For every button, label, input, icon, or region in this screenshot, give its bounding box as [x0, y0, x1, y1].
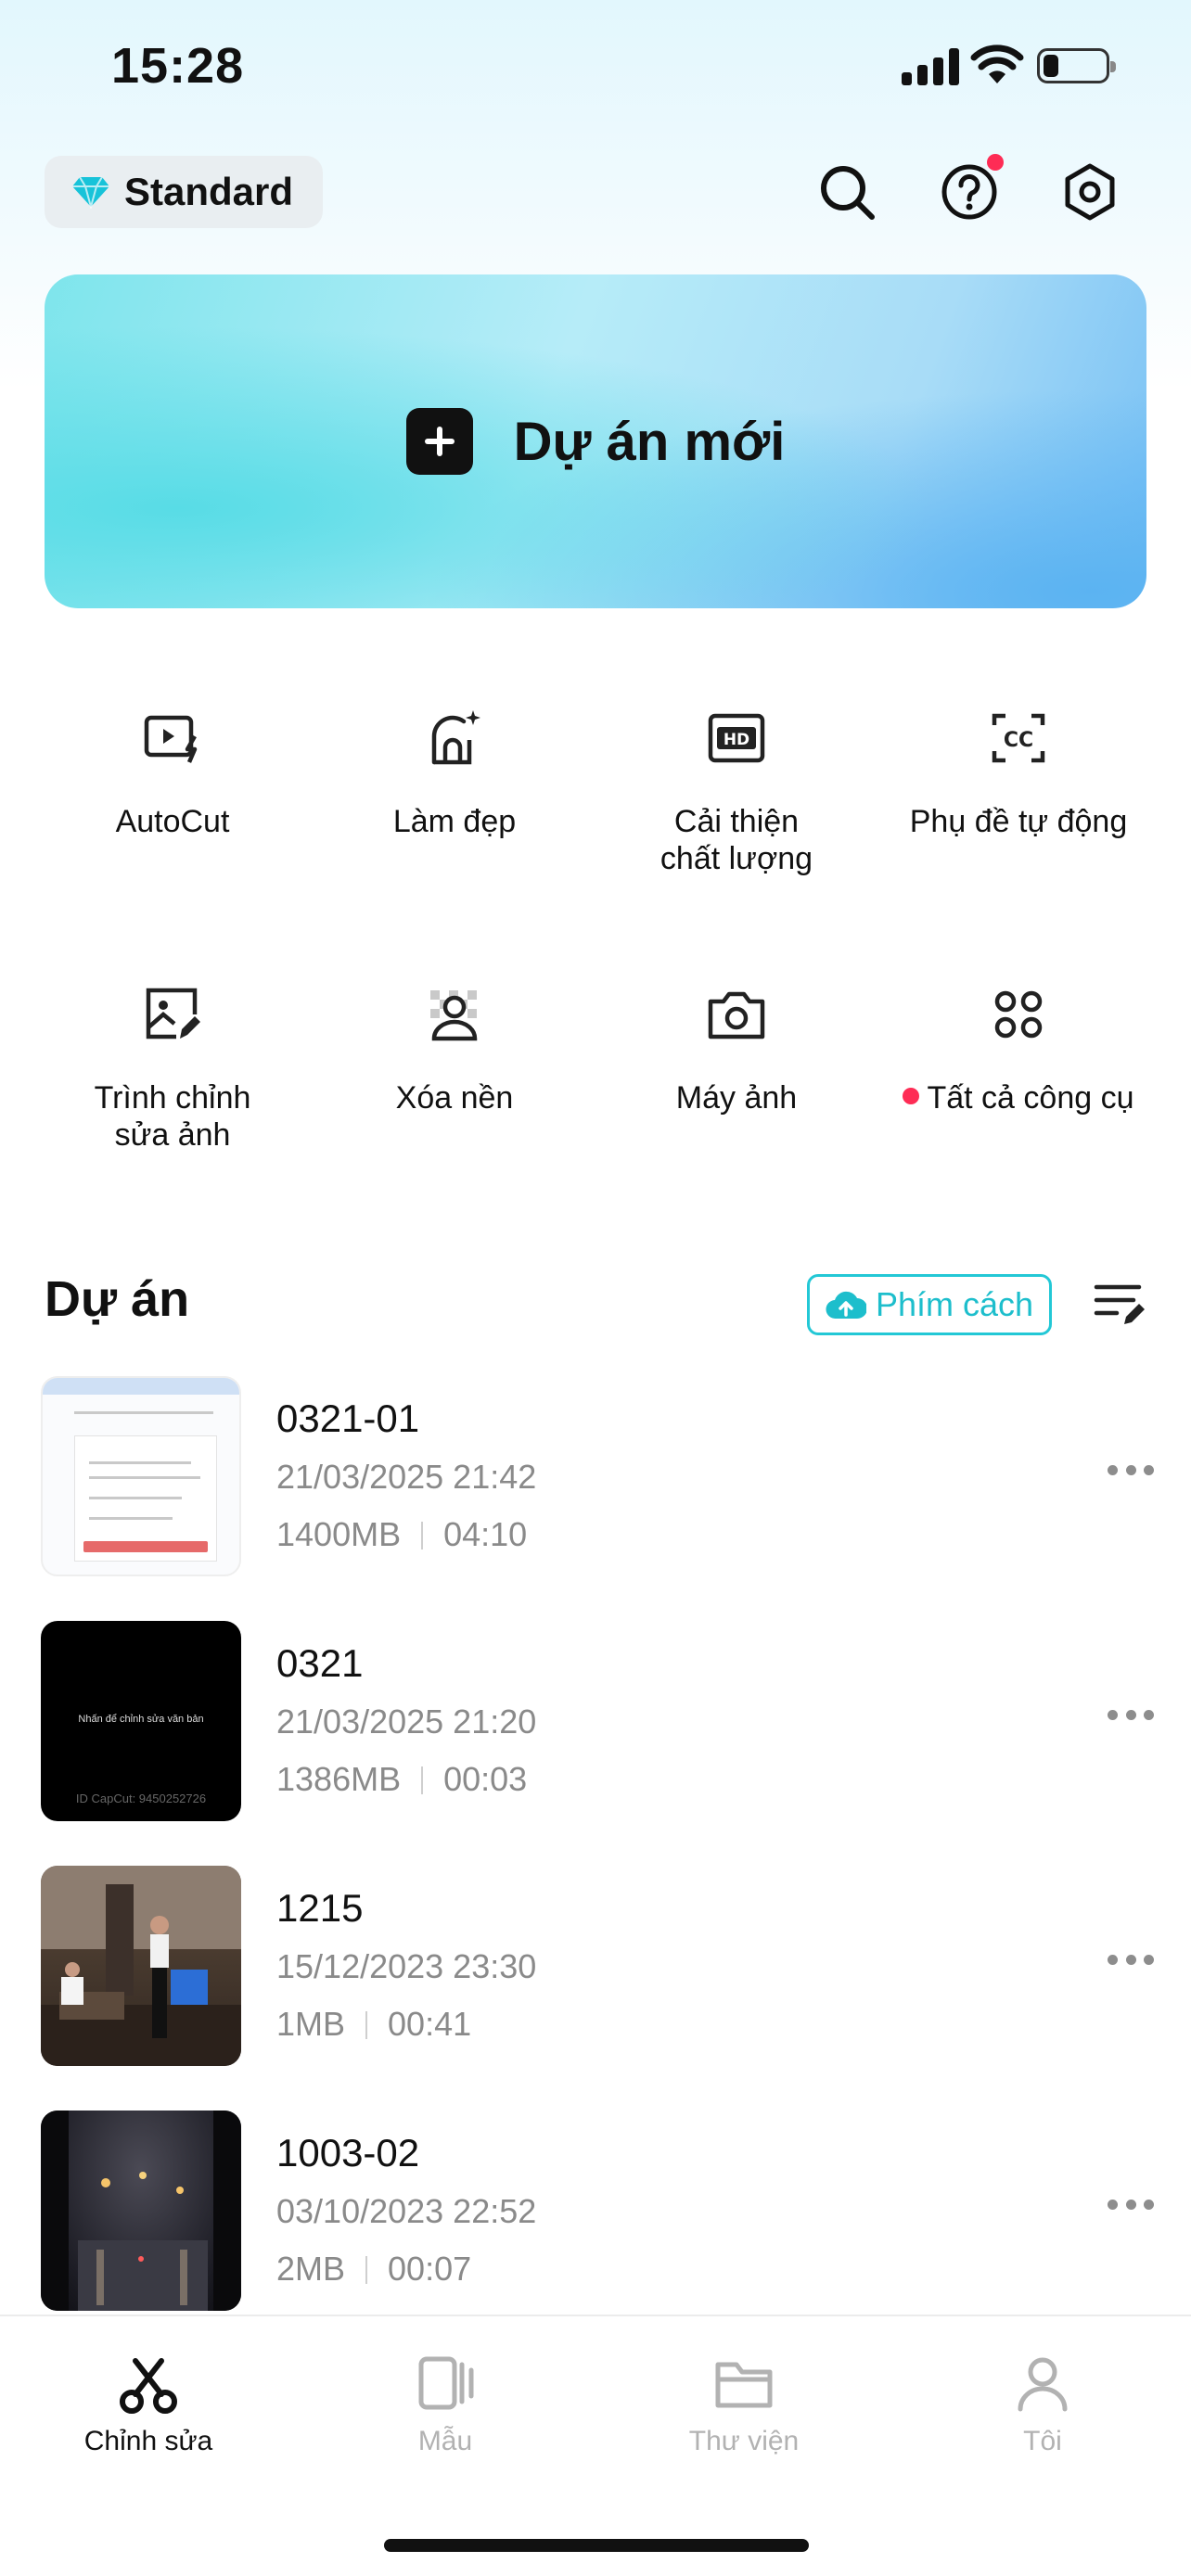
project-size: 1400MB: [276, 1515, 402, 1553]
project-size: 1MB: [276, 2005, 346, 2043]
hd-icon: HD: [708, 713, 765, 763]
project-name: 1215: [276, 1886, 364, 1930]
tool-autocut[interactable]: AutoCut: [33, 705, 312, 840]
new-project-label: Dự án mới: [513, 411, 786, 472]
space-button-label: Phím cách: [875, 1285, 1034, 1323]
space-button[interactable]: Phím cách: [807, 1274, 1052, 1335]
project-duration: 00:07: [388, 2250, 472, 2288]
photo-edit-icon: [146, 988, 200, 1039]
project-name: 1003-02: [276, 2131, 420, 2174]
project-thumbnail: [41, 2111, 241, 2311]
new-badge-dot: [903, 1088, 920, 1104]
project-name: 0321: [276, 1641, 364, 1685]
tool-remove-background[interactable]: Xóa nền: [315, 981, 594, 1116]
tool-label: Trình chỉnh sửa ảnh: [94, 1080, 251, 1153]
project-meta: 1400MB 04:10: [276, 1515, 527, 1554]
project-thumbnail: [41, 1866, 241, 2066]
cloud-upload-icon: [826, 1291, 866, 1320]
tool-label: Phụ đề tự động: [909, 804, 1128, 839]
project-name: 0321-01: [276, 1396, 420, 1440]
status-bar: 15:28: [0, 0, 1191, 139]
project-date: 15/12/2023 23:30: [276, 1947, 537, 1985]
project-date: 21/03/2025 21:20: [276, 1702, 537, 1741]
tool-label: AutoCut: [115, 804, 230, 839]
template-icon: [418, 2356, 474, 2410]
more-options-icon[interactable]: [1108, 1955, 1154, 1970]
tool-all-tools[interactable]: Tất cả công cụ: [879, 981, 1158, 1116]
more-options-icon[interactable]: [1108, 1710, 1154, 1725]
project-item[interactable]: 1003-02 03/10/2023 22:52 2MB 00:07: [41, 2111, 1154, 2311]
wifi-icon: [970, 45, 1024, 83]
tab-label: Tôi: [1023, 2426, 1062, 2456]
home-indicator: [384, 2539, 809, 2552]
battery-icon: [1037, 48, 1116, 83]
project-duration: 00:41: [388, 2005, 472, 2043]
tool-camera[interactable]: Máy ảnh: [597, 981, 876, 1116]
tool-photo-editor[interactable]: Trình chỉnh sửa ảnh: [33, 981, 312, 1154]
project-thumbnail: [41, 1376, 241, 1576]
new-project-button[interactable]: Dự án mới: [45, 274, 1146, 608]
projects-title: Dự án: [45, 1271, 190, 1327]
tool-beauty[interactable]: Làm đẹp: [315, 705, 594, 840]
tab-library[interactable]: Thư viện: [651, 2350, 837, 2457]
beauty-icon: [431, 710, 480, 765]
project-meta: 1386MB 00:03: [276, 1760, 527, 1799]
thumbnail-id: ID CapCut: 9450252726: [75, 1792, 207, 1805]
tab-bar: Chỉnh sửa Mẫu Thư viện Tôi: [0, 2315, 1191, 2576]
signal-icon: [902, 48, 959, 85]
tool-label: Máy ảnh: [675, 1080, 798, 1116]
plan-badge[interactable]: Standard: [45, 156, 323, 228]
settings-icon[interactable]: [1056, 158, 1124, 226]
tool-label-wrap: Tất cả công cụ: [879, 1079, 1158, 1116]
project-thumbnail: Nhấn để chỉnh sửa văn bản ID CapCut: 945…: [41, 1621, 241, 1821]
svg-text:CC: CC: [1004, 729, 1033, 752]
remove-background-icon: [430, 990, 478, 1041]
diamond-icon: [72, 176, 109, 209]
plus-icon: [405, 408, 473, 475]
autocut-icon: [144, 715, 198, 763]
project-size: 1386MB: [276, 1760, 402, 1798]
search-icon[interactable]: [813, 158, 881, 226]
tab-label: Mẫu: [417, 2426, 473, 2456]
list-edit-icon[interactable]: [1093, 1278, 1146, 1330]
tab-profile[interactable]: Tôi: [950, 2350, 1135, 2457]
folder-icon: [715, 2362, 773, 2408]
tab-label: Thư viện: [688, 2426, 800, 2456]
project-meta: 1MB 00:41: [276, 2005, 471, 2044]
project-date: 21/03/2025 21:42: [276, 1458, 537, 1496]
tool-label: Cải thiện chất lượng: [660, 804, 813, 876]
scissors-icon: [120, 2358, 177, 2414]
captions-icon: CC: [992, 713, 1045, 763]
help-icon[interactable]: [935, 154, 1004, 226]
project-duration: 00:03: [443, 1760, 528, 1798]
project-date: 03/10/2023 22:52: [276, 2192, 537, 2230]
notification-dot: [987, 154, 1004, 171]
tool-label: Làm đẹp: [392, 804, 517, 839]
project-item[interactable]: Nhấn để chỉnh sửa văn bản ID CapCut: 945…: [41, 1621, 1154, 1821]
tool-label: Xóa nền: [395, 1080, 514, 1116]
tab-label: Chỉnh sửa: [83, 2426, 213, 2456]
profile-icon: [1018, 2357, 1068, 2412]
tool-enhance-quality[interactable]: HD Cải thiện chất lượng: [597, 705, 876, 877]
project-item[interactable]: 1215 15/12/2023 23:30 1MB 00:41: [41, 1866, 1154, 2066]
status-time: 15:28: [111, 38, 245, 94]
more-options-icon[interactable]: [1108, 1465, 1154, 1480]
thumbnail-caption: Nhấn để chỉnh sửa văn bản: [78, 1714, 204, 1725]
camera-icon: [708, 991, 765, 1039]
project-size: 2MB: [276, 2250, 346, 2288]
plan-label: Standard: [124, 170, 294, 213]
tab-edit[interactable]: Chỉnh sửa: [56, 2350, 241, 2457]
tab-templates[interactable]: Mẫu: [352, 2350, 538, 2457]
project-meta: 2MB 00:07: [276, 2250, 471, 2289]
tool-label: Tất cả công cụ: [927, 1080, 1134, 1116]
tool-auto-captions[interactable]: CC Phụ đề tự động: [879, 705, 1158, 840]
all-tools-icon: [994, 990, 1043, 1039]
svg-text:HD: HD: [724, 731, 749, 749]
project-duration: 04:10: [443, 1515, 528, 1553]
project-item[interactable]: 0321-01 21/03/2025 21:42 1400MB 04:10: [41, 1376, 1154, 1576]
more-options-icon[interactable]: [1108, 2200, 1154, 2214]
